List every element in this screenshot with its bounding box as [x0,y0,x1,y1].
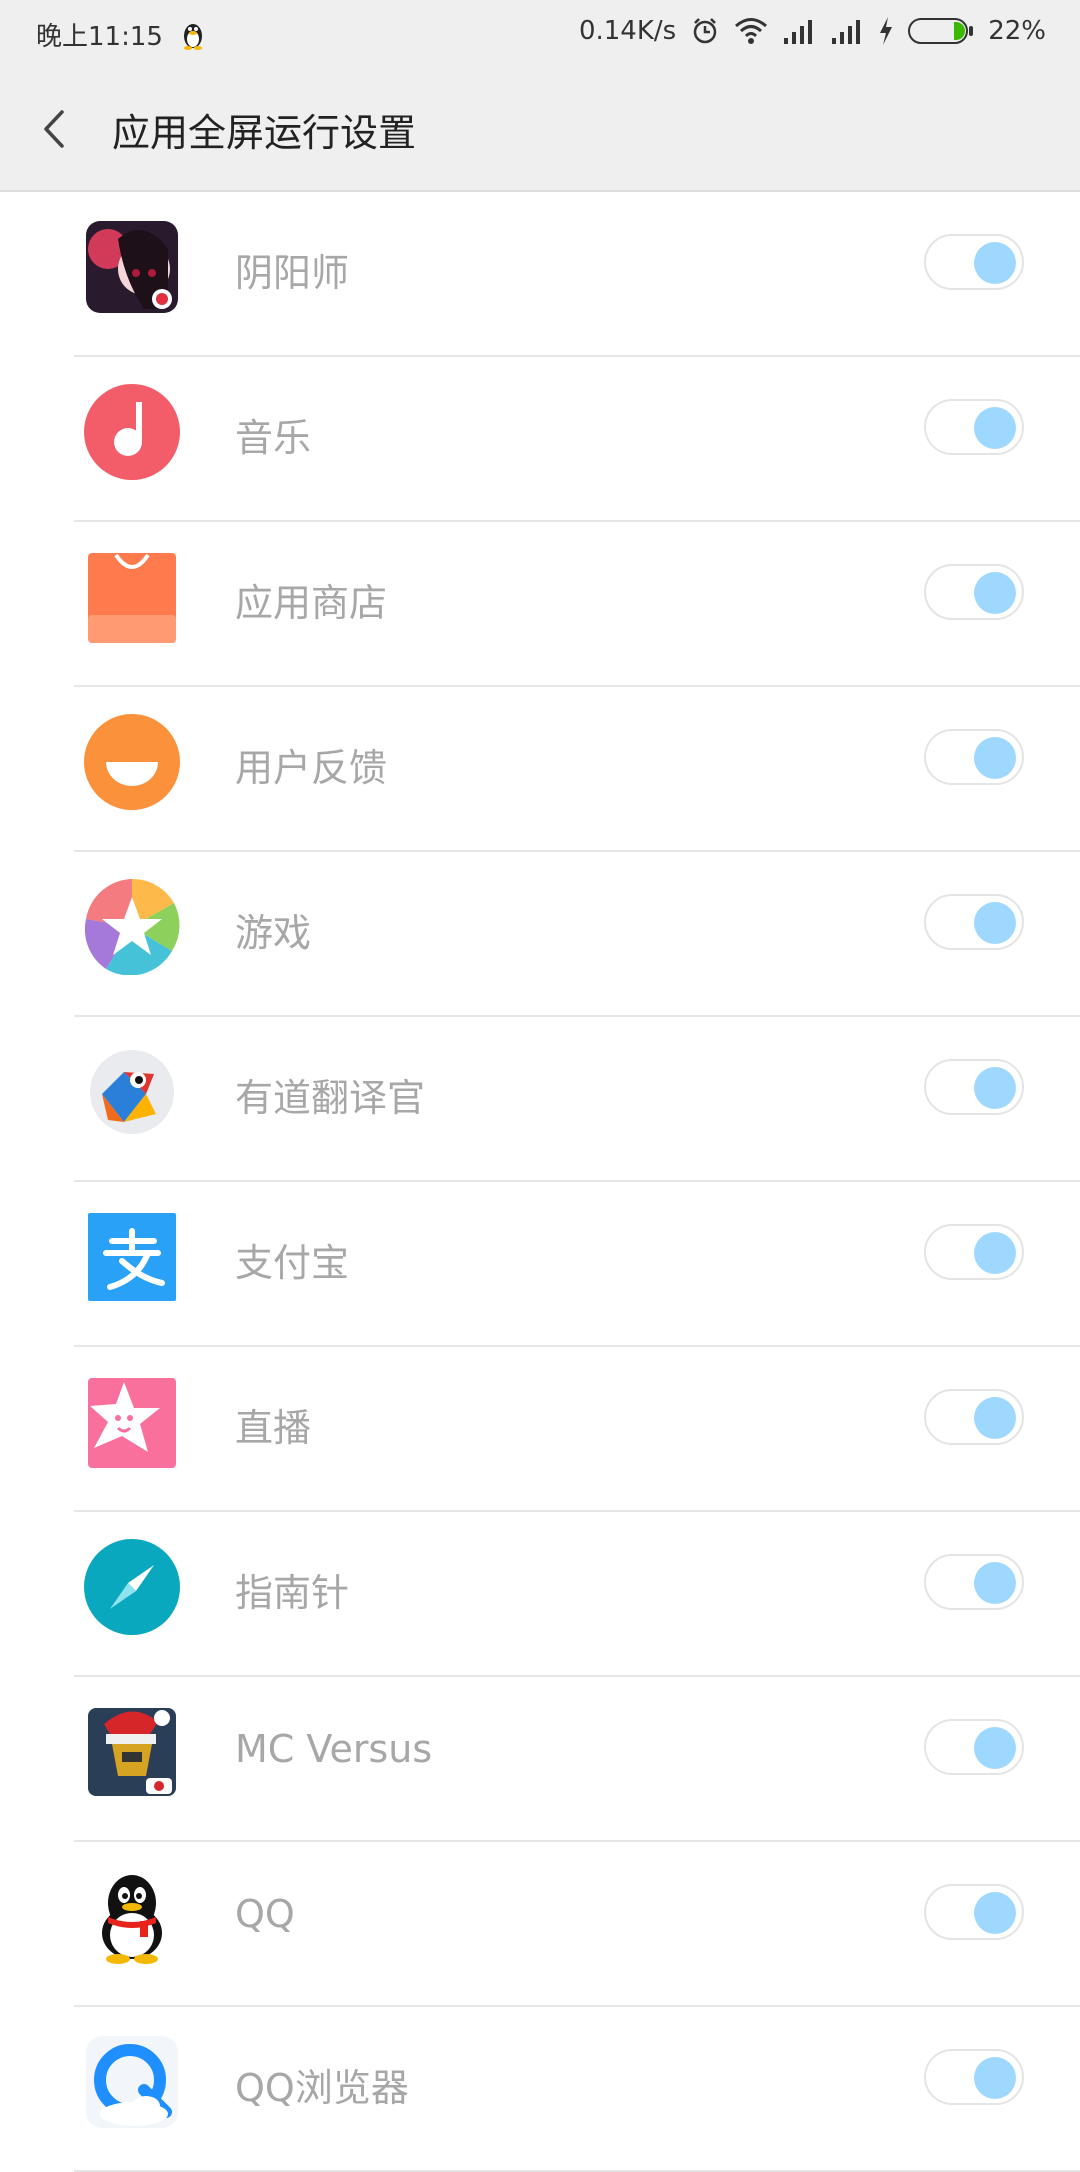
toggle-knob [974,242,1016,284]
battery-icon [908,18,974,44]
list-item[interactable]: QQ浏览器 [0,2007,1080,2172]
app-list: 阴阳师 音乐 应用商店 用户反馈 游戏 有道翻译官 支付宝 直播 指南针 MC … [0,192,1080,2172]
alarm-icon [693,18,717,44]
app-label: 有道翻译官 [235,1076,426,1120]
fullscreen-toggle[interactable] [924,1884,1024,1940]
list-item[interactable]: 音乐 [0,357,1080,522]
fullscreen-toggle[interactable] [924,2049,1024,2105]
toggle-knob [974,1397,1016,1439]
charging-icon [880,17,893,45]
toggle-knob [974,407,1016,449]
app-label: QQ浏览器 [235,2066,409,2110]
wifi-icon [735,18,768,44]
list-item[interactable]: 阴阳师 [0,192,1080,357]
fullscreen-toggle[interactable] [924,894,1024,950]
onmyoji-icon [86,221,178,313]
network-speed: 0.14K/s [578,16,677,46]
app-label: QQ [235,1892,295,1936]
app-label: 支付宝 [235,1241,350,1285]
app-label: 应用商店 [235,581,388,625]
games-icon [84,879,180,975]
fullscreen-toggle[interactable] [924,234,1024,290]
toggle-knob [974,902,1016,944]
toggle-knob [974,1892,1016,1934]
toggle-knob [974,2057,1016,2099]
signal-icon-2 [832,20,861,44]
app-label: 音乐 [235,416,312,460]
fullscreen-toggle[interactable] [924,399,1024,455]
app-label: 用户反馈 [235,746,388,790]
list-item[interactable]: 指南针 [0,1512,1080,1677]
signal-icon-1 [784,20,813,44]
qq-notification-icon [183,23,202,50]
list-item[interactable]: 有道翻译官 [0,1017,1080,1182]
app-label: MC Versus [235,1727,433,1771]
status-left: 晚上11:15 [36,16,205,53]
list-item[interactable]: QQ [0,1842,1080,2007]
fullscreen-toggle[interactable] [924,1719,1024,1775]
app-header: 应用全屏运行设置 [0,66,1080,192]
fullscreen-toggle[interactable] [924,564,1024,620]
fullscreen-toggle[interactable] [924,1224,1024,1280]
toggle-knob [974,572,1016,614]
toggle-knob [974,1562,1016,1604]
app-store-icon [88,553,176,643]
alipay-icon [88,1213,176,1301]
list-item[interactable]: 游戏 [0,852,1080,1017]
page-title: 应用全屏运行设置 [112,111,417,155]
toggle-knob [974,737,1016,779]
back-button[interactable] [36,106,76,152]
toggle-knob [974,1067,1016,1109]
battery-percent: 22% [988,16,1046,46]
feedback-icon [84,714,180,810]
status-right: 0.14K/s 22% [565,16,1046,46]
toggle-knob [974,1232,1016,1274]
list-item[interactable]: 直播 [0,1347,1080,1512]
app-label: 游戏 [235,911,312,955]
app-label: 阴阳师 [235,251,350,295]
qq-browser-icon [86,2036,178,2128]
fullscreen-toggle[interactable] [924,1554,1024,1610]
fullscreen-toggle[interactable] [924,1389,1024,1445]
list-item[interactable]: MC Versus [0,1677,1080,1842]
fullscreen-toggle[interactable] [924,729,1024,785]
live-icon [88,1378,176,1468]
app-label: 直播 [235,1406,312,1450]
list-item[interactable]: 用户反馈 [0,687,1080,852]
qq-icon [102,1875,162,1964]
compass-icon [84,1539,180,1635]
list-item[interactable]: 支付宝 [0,1182,1080,1347]
music-icon [84,384,180,480]
toggle-knob [974,1727,1016,1769]
youdao-icon [90,1050,174,1134]
app-label: 指南针 [235,1571,350,1615]
list-item[interactable]: 应用商店 [0,522,1080,687]
fullscreen-toggle[interactable] [924,1059,1024,1115]
status-time: 晚上11:15 [36,22,163,52]
mc-versus-icon [88,1708,176,1796]
status-bar: 晚上11:15 0.14K/s 22% [0,0,1080,66]
